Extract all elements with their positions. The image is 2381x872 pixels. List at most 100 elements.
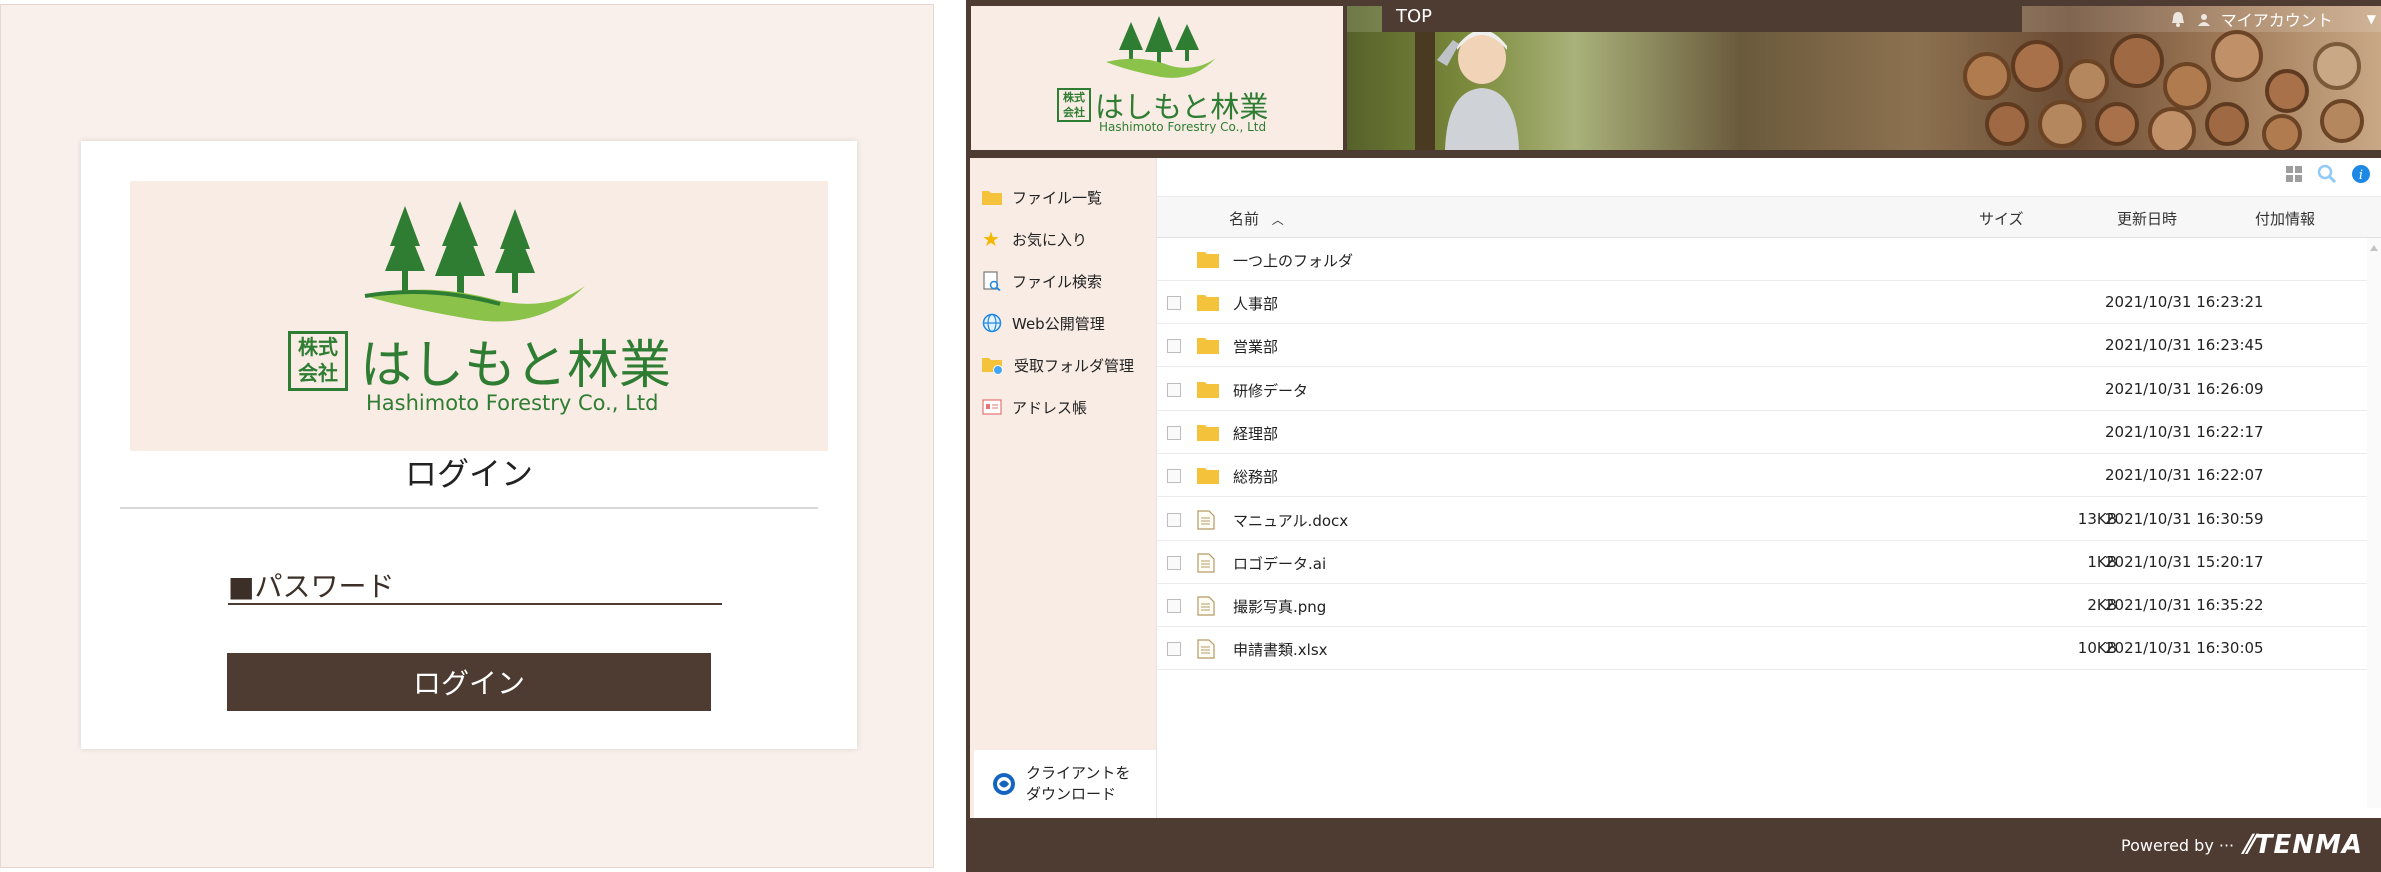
login-card: 株式 会社 はしもと林業 Hashimoto Forestry Co., Ltd… [81,141,857,749]
row-name[interactable]: マニュアル.docx [1233,510,1348,531]
row-modified: 2021/10/31 15:20:17 [2105,552,2264,571]
search-icon[interactable] [2317,164,2337,184]
sidebar-item-favorites[interactable]: ★ お気に入り [982,226,1087,252]
folder-row[interactable]: 人事部 2021/10/31 16:23:21 [1157,281,2367,324]
tenma-brand: TENMA [2254,830,2363,860]
row-checkbox[interactable] [1167,339,1181,354]
column-name-header[interactable]: 名前 ︿ [1229,208,1284,229]
column-size-header[interactable]: サイズ [1979,208,2024,229]
folder-row[interactable]: 営業部 2021/10/31 16:23:45 [1157,324,2367,368]
file-row[interactable]: 申請書類.xlsx 10KB 2021/10/31 16:30:05 [1157,627,2367,671]
column-modified-header[interactable]: 更新日時 [2117,208,2177,229]
row-name[interactable]: 経理部 [1233,423,1278,444]
sidebar-item-label: ファイル検索 [1012,272,1103,291]
header-logo[interactable]: 株式 会社 はしもと林業 Hashimoto Forestry Co., Ltd [971,6,1343,150]
row-modified: 2021/10/31 16:30:59 [2105,509,2264,528]
file-row[interactable]: マニュアル.docx 13KB 2021/10/31 16:30:59 [1157,498,2367,541]
login-button[interactable]: ログイン [227,653,711,711]
footer: Powered by ··· ⫽TENMA [966,818,2381,872]
scroll-up-icon[interactable] [2367,243,2381,253]
row-name[interactable]: 総務部 [1233,466,1278,487]
account-label[interactable]: マイアカウント [2221,7,2333,31]
file-row[interactable]: 撮影写真.png 2KB 2021/10/31 16:35:22 [1157,584,2367,628]
star-icon: ★ [982,227,1000,251]
folder-row[interactable]: 研修データ 2021/10/31 16:26:09 [1157,368,2367,411]
row-modified: 2021/10/31 16:30:05 [2105,639,2264,658]
row-checkbox[interactable] [1167,642,1181,657]
sidebar-item-label: 受取フォルダ管理 [1014,356,1135,375]
column-info-header[interactable]: 付加情報 [2255,208,2315,229]
row-checkbox[interactable] [1167,599,1181,614]
sidebar-item-web-publish[interactable]: Web公開管理 [982,310,1105,336]
password-field[interactable]: ■パスワード [228,565,722,605]
grid-view-icon[interactable] [2285,165,2303,183]
worker-photo-icon [1415,20,1519,150]
user-icon [2197,14,2210,26]
row-name[interactable]: 営業部 [1233,336,1278,357]
row-name[interactable]: ロゴデータ.ai [1233,553,1326,574]
client-download-link[interactable]: クライアントを ダウンロード [974,750,1160,818]
tenma-logo: ⫽TENMA [2242,830,2363,861]
folder-icon [1197,252,1219,268]
folder-icon [1197,381,1219,398]
row-checkbox[interactable] [1167,382,1181,397]
folder-row[interactable]: 総務部 2021/10/31 16:22:07 [1157,454,2367,498]
row-checkbox[interactable] [1167,469,1181,484]
row-modified: 2021/10/31 16:23:45 [2105,336,2264,355]
client-download-icon [993,773,1015,795]
login-screen: 株式 会社 はしもと林業 Hashimoto Forestry Co., Ltd… [0,4,934,868]
address-book-icon [982,399,1002,415]
file-list-pane: i 名前 ︿ サイズ 更新日時 付加情報 一つ上のフォルダ 人事部 2021/10… [1156,158,2381,818]
folder-icon [1197,338,1219,355]
login-title: ログイン [404,455,533,493]
row-modified: 2021/10/31 16:22:07 [2105,466,2264,485]
row-name[interactable]: 研修データ [1233,380,1308,401]
svg-text:i: i [2359,168,2363,183]
logo-kabushiki-box: 株式 会社 [288,331,348,391]
folder-row[interactable]: 経理部 2021/10/31 16:22:17 [1157,411,2367,454]
sidebar: ファイル一覧 ★ お気に入り ファイル検索 Web公開管理 受取フォルダ管理 ア… [966,158,1160,818]
row-checkbox[interactable] [1167,512,1181,527]
scrollbar[interactable] [2367,238,2381,808]
header: 株式 会社 はしもと林業 Hashimoto Forestry Co., Ltd [966,0,2381,158]
parent-folder-row[interactable]: 一つ上のフォルダ [1157,238,2367,281]
tenma-mark-icon: ⫽ [2242,830,2255,860]
row-modified: 2021/10/31 16:26:09 [2105,379,2264,398]
row-checkbox[interactable] [1167,425,1181,440]
sidebar-item-file-list[interactable]: ファイル一覧 [966,184,1102,210]
sidebar-item-file-search[interactable]: ファイル検索 [982,268,1102,294]
sidebar-item-label: アドレス帳 [1012,398,1088,417]
row-modified: 2021/10/31 16:23:21 [2105,293,2264,311]
document-icon [1197,509,1215,530]
sidebar-item-receive-folder[interactable]: 受取フォルダ管理 [982,352,1134,378]
row-name[interactable]: 人事部 [1233,293,1278,314]
bell-icon[interactable] [2169,10,2187,28]
company-logo: 株式 会社 はしもと林業 Hashimoto Forestry Co., Ltd [130,181,828,451]
logo-company-en: Hashimoto Forestry Co., Ltd [1099,120,1267,134]
breadcrumb-top[interactable]: TOP [1382,2,2022,32]
row-name[interactable]: 撮影写真.png [1233,596,1326,617]
folder-icon [1197,424,1219,441]
folder-icon [1197,468,1219,485]
sort-ascending-icon[interactable]: ︿ [1272,213,1284,227]
trees-logo-icon [1106,16,1216,78]
globe-icon [982,313,1002,333]
sidebar-item-address-book[interactable]: アドレス帳 [982,394,1087,420]
info-icon[interactable]: i [2351,164,2371,184]
account-menu[interactable]: マイアカウント ▼ [2056,4,2376,34]
document-icon [1197,596,1215,616]
client-download-label: クライアントを ダウンロード [1026,764,1131,803]
chevron-down-icon[interactable]: ▼ [2367,12,2376,26]
sidebar-item-label: ファイル一覧 [1012,188,1103,207]
row-name[interactable]: 申請書類.xlsx [1233,639,1328,660]
toolbar: i [2285,164,2371,184]
file-list-header: 名前 ︿ サイズ 更新日時 付加情報 [1157,196,2381,238]
sidebar-item-label: Web公開管理 [1012,314,1105,333]
sidebar-item-label: お気に入り [1012,230,1088,249]
folder-icon [1197,295,1219,311]
row-checkbox[interactable] [1167,296,1181,310]
file-search-icon [983,271,1001,291]
file-row[interactable]: ロゴデータ.ai 1KB 2021/10/31 15:20:17 [1157,541,2367,584]
row-checkbox[interactable] [1167,555,1181,570]
divider [120,507,818,509]
